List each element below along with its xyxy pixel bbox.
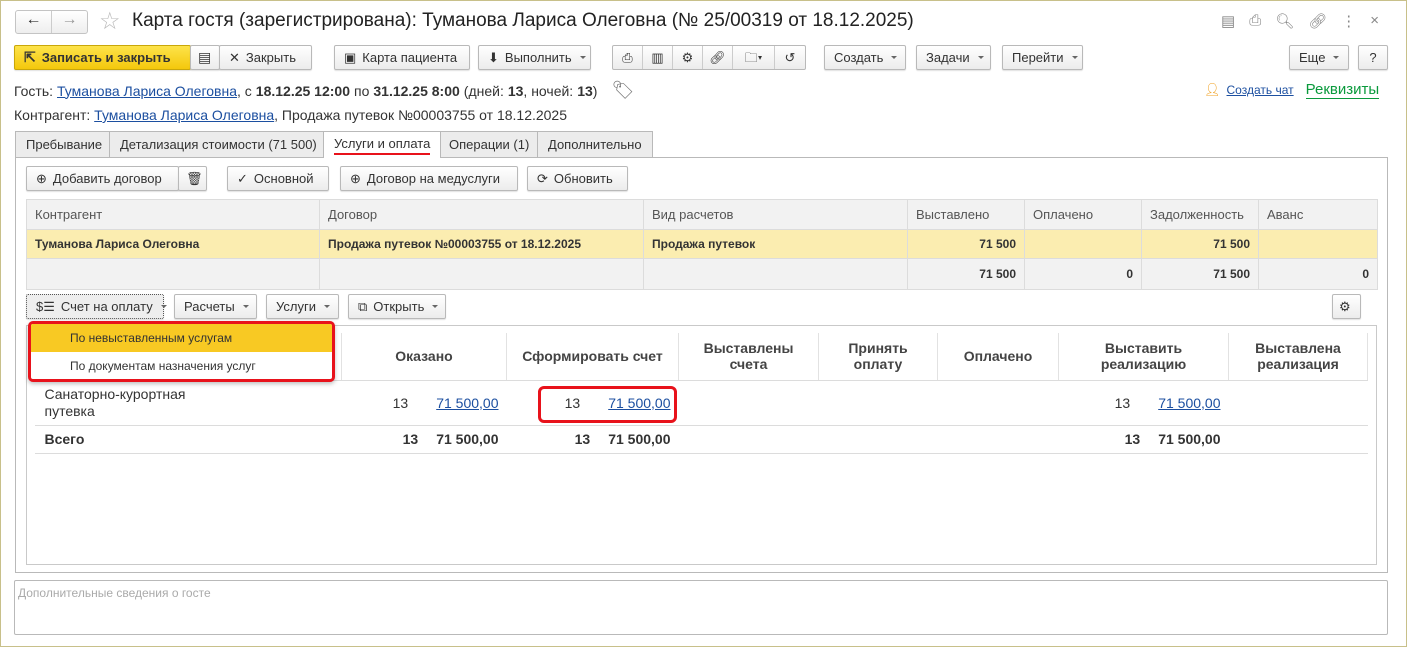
open-button[interactable]: ⧉ Открыть (348, 294, 446, 319)
create-chat-link[interactable]: Создать чат (1227, 83, 1294, 97)
forward-icon[interactable]: → (52, 11, 87, 33)
window-controls: ▤ ⎙ 🔍︎ 🔗︎ ⋮ × (1221, 12, 1379, 30)
settlements-button[interactable]: Расчеты (174, 294, 257, 319)
window-title: Карта гостя (зарегистрирована): Туманова… (132, 10, 914, 31)
refresh-icon: ⟳ (537, 170, 548, 186)
menu-item-unissued-services[interactable]: По невыставленным услугам (31, 324, 332, 352)
menu-item-assignment-docs[interactable]: По документам назначения услуг (31, 352, 332, 379)
save-icon[interactable]: ▤ (1221, 12, 1235, 30)
print-icon[interactable]: ⎙ (1249, 12, 1261, 30)
col-accept-payment[interactable]: Принять оплату (818, 333, 938, 381)
arrow-down-icon: ⬇ (488, 49, 499, 65)
download-circle-icon: ⊕ (350, 170, 361, 186)
delete-button[interactable]: 🗑︎ (178, 166, 207, 191)
realization-sum-link[interactable]: 71 500,00 (1158, 395, 1220, 411)
floppy-icon: ▤ (198, 49, 212, 65)
guest-link[interactable]: Туманова Лариса Олеговна (57, 83, 237, 99)
total-row: Всего 13 71 500,00 13 71 500,00 13 71 500,0… (34, 424, 1368, 454)
tag-icon[interactable]: 🏷︎ (611, 80, 634, 101)
settings-button[interactable]: ⚙ (1332, 294, 1361, 319)
notes-field[interactable]: Дополнительные сведения о госте (14, 580, 1388, 635)
star-icon[interactable]: ☆ (99, 7, 121, 36)
services-button[interactable]: Услуги (266, 294, 339, 319)
close-button[interactable]: ✕ Закрыть (219, 45, 312, 70)
go-button[interactable]: Перейти (1002, 45, 1083, 70)
table-header: Контрагент Договор Вид расчетов Выставле… (26, 199, 1378, 230)
gear-icon: ⚙ (1339, 298, 1351, 314)
contractor-line: Контрагент: Туманова Лариса Олеговна, Пр… (14, 107, 568, 123)
requisites-link[interactable]: Реквизиты (1305, 81, 1380, 99)
col-debt[interactable]: Задолженность (1141, 199, 1259, 230)
col-form-invoice[interactable]: Сформировать счет (506, 333, 679, 381)
col-paid[interactable]: Оплачено (937, 333, 1059, 381)
col-invoices-issued[interactable]: Выставлены счета (678, 333, 819, 381)
add-contract-button[interactable]: ⊕ Добавить договор (26, 166, 179, 191)
x-icon: ✕ (229, 49, 240, 65)
report-icon[interactable]: ▥ (643, 46, 673, 69)
table-row[interactable]: Туманова Лариса Олеговна Продажа путевок… (26, 229, 1378, 259)
trash-icon: 🗑︎ (186, 170, 203, 186)
link-icon[interactable]: 🔗︎ (1308, 12, 1327, 30)
more-button[interactable]: Еще (1289, 45, 1349, 70)
contractor-link[interactable]: Туманова Лариса Олеговна (94, 107, 274, 123)
create-button[interactable]: Создать (824, 45, 906, 70)
close-icon[interactable]: × (1370, 12, 1379, 30)
notes-placeholder: Дополнительные сведения о госте (18, 586, 211, 600)
save-button[interactable]: ▤ (190, 45, 220, 70)
icon-toolbar: ⎙ ▥ ⚙ 🔗︎ 🗀▾ ↺ (612, 45, 806, 70)
totals-row: 71 500 0 71 500 0 (26, 258, 1378, 290)
print-icon[interactable]: ⎙ (613, 46, 643, 69)
plus-circle-icon: ⊕ (36, 170, 47, 186)
col-advance[interactable]: Аванс (1258, 199, 1378, 230)
save-close-icon: ⇱ (24, 49, 36, 65)
execute-button[interactable]: ⬇ Выполнить (478, 45, 591, 70)
table-row: Санаторно-курортная путевка 13 71 500,00 … (34, 379, 1368, 426)
col-issue-realization[interactable]: Выставить реализацию (1058, 333, 1229, 381)
check-circle-icon: ✓ (237, 170, 248, 186)
provided-sum-link[interactable]: 71 500,00 (436, 395, 498, 411)
save-close-button[interactable]: ⇱ Записать и закрыть (14, 45, 191, 70)
main-button[interactable]: ✓ Основной (227, 166, 329, 191)
more-icon[interactable]: ⋮ (1341, 12, 1356, 30)
patient-card-button[interactable]: ▣ Карта пациента (334, 45, 470, 70)
link-icon[interactable]: 🔗︎ (703, 46, 733, 69)
folder-add-icon[interactable]: 🗀▾ (733, 46, 775, 69)
card-icon: ▣ (344, 49, 357, 65)
history-icon[interactable]: ↺ (775, 46, 805, 69)
contracts-table: Контрагент Договор Вид расчетов Выставле… (26, 199, 1378, 290)
invoice-icon: $☰ (36, 298, 55, 314)
tab-operations[interactable]: Операции (1) (438, 131, 541, 157)
help-button[interactable]: ? (1358, 45, 1388, 70)
col-contract[interactable]: Договор (319, 199, 644, 230)
gears-icon[interactable]: ⚙ (673, 46, 703, 69)
col-realization-issued[interactable]: Выставлена реализация (1228, 333, 1368, 381)
col-provided[interactable]: Оказано (341, 333, 507, 381)
col-paid[interactable]: Оплачено (1024, 199, 1142, 230)
guest-line: Гость: Туманова Лариса Олеговна, с 18.12… (14, 80, 635, 101)
invoice-dropdown-menu: По невыставленным услугам По документам … (28, 321, 335, 382)
tab-additional[interactable]: Дополнительно (537, 131, 653, 157)
back-icon[interactable]: ← (16, 11, 52, 33)
tab-stay[interactable]: Пребывание (15, 131, 114, 157)
open-window-icon: ⧉ (358, 298, 368, 314)
refresh-button[interactable]: ⟳ Обновить (527, 166, 628, 191)
col-contractor[interactable]: Контрагент (26, 199, 320, 230)
col-settlement-type[interactable]: Вид расчетов (643, 199, 908, 230)
tab-cost-details[interactable]: Детализация стоимости (71 500) (109, 131, 328, 157)
invoice-button[interactable]: $☰ Счет на оплату (26, 294, 164, 319)
preview-icon[interactable]: 🔍︎ (1275, 12, 1294, 30)
highlight-form-invoice (538, 386, 677, 423)
chat-link-group: 👤︎ Создать чат Реквизиты (1204, 81, 1380, 99)
med-contract-button[interactable]: ⊕ Договор на медуслуги (340, 166, 518, 191)
nav-buttons: ← → (15, 10, 88, 34)
col-issued[interactable]: Выставлено (907, 199, 1025, 230)
user-chat-icon: 👤︎ (1204, 82, 1221, 97)
tasks-button[interactable]: Задачи (916, 45, 991, 70)
tab-services-payment[interactable]: Услуги и оплата (323, 131, 442, 158)
